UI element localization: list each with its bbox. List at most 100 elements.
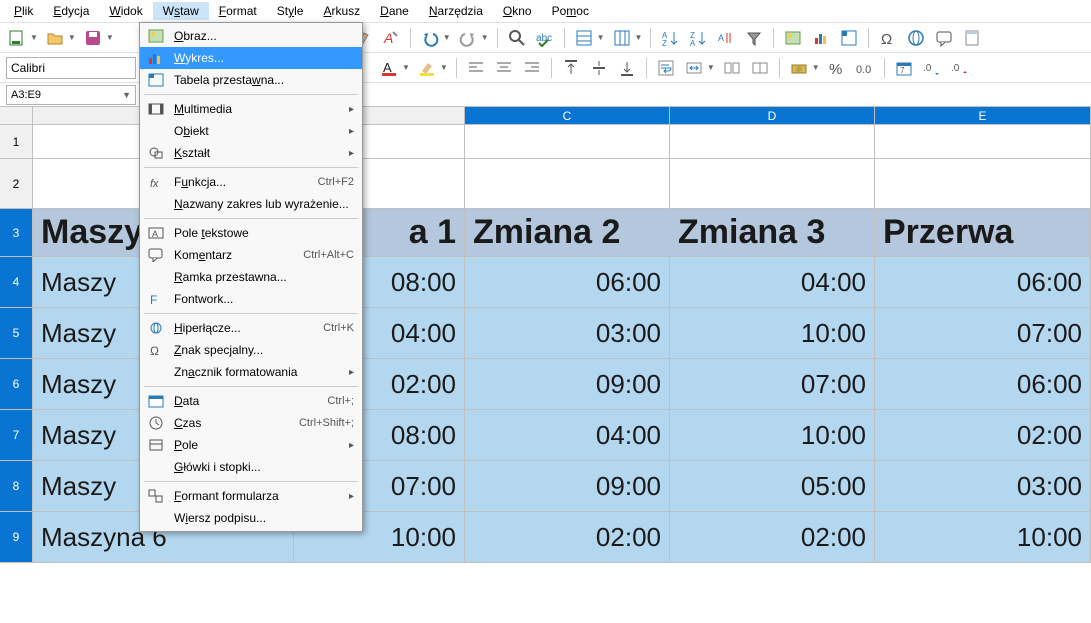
menu-item-komentarz[interactable]: KomentarzCtrl+Alt+C [140, 244, 362, 266]
menu-item-data[interactable]: DataCtrl+; [140, 390, 362, 412]
cell[interactable]: 04:00 [670, 257, 875, 308]
row-icon[interactable] [573, 27, 595, 49]
menu-item-obiekt[interactable]: Obiekt▸ [140, 120, 362, 142]
cell[interactable] [465, 159, 670, 209]
open-icon[interactable] [44, 27, 66, 49]
sort-asc-icon[interactable]: AZ [659, 27, 681, 49]
row-header[interactable]: 4 [0, 257, 33, 308]
row-header[interactable]: 3 [0, 209, 33, 257]
cell[interactable] [875, 159, 1091, 209]
menu-item-znacznik-formatowania[interactable]: Znacznik formatowania▸ [140, 361, 362, 383]
currency-icon[interactable] [788, 57, 810, 79]
dropdown-arrow-icon[interactable]: ▼ [597, 33, 605, 42]
menu-item-nazwany-zakres[interactable]: Nazwany zakres lub wyrażenie... [140, 193, 362, 215]
menu-wstaw[interactable]: Wstaw [153, 2, 209, 20]
date-icon[interactable]: 7 [893, 57, 915, 79]
dropdown-arrow-icon[interactable]: ▼ [812, 63, 820, 72]
cell[interactable] [670, 125, 875, 159]
hyperlink-icon[interactable] [905, 27, 927, 49]
col-header-C[interactable]: C [465, 107, 670, 125]
special-char-icon[interactable]: Ω [877, 27, 899, 49]
cell[interactable]: Przerwa [875, 209, 1091, 257]
cell[interactable] [465, 125, 670, 159]
menu-item-pole-tekstowe[interactable]: A Pole tekstowe [140, 222, 362, 244]
cell[interactable]: 07:00 [670, 359, 875, 410]
cell[interactable]: 02:00 [875, 410, 1091, 461]
split-cells-icon[interactable] [749, 57, 771, 79]
dropdown-arrow-icon[interactable]: ▼ [635, 33, 643, 42]
spellcheck-icon[interactable]: abc [534, 27, 556, 49]
name-box[interactable]: A3:E9▼ [6, 85, 136, 105]
dropdown-arrow-icon[interactable]: ▼ [481, 33, 489, 42]
cell[interactable]: 09:00 [465, 359, 670, 410]
cell[interactable]: 07:00 [875, 308, 1091, 359]
image-icon[interactable] [782, 27, 804, 49]
chart-icon[interactable] [810, 27, 832, 49]
cell[interactable]: Zmiana 2 [465, 209, 670, 257]
cell[interactable]: 04:00 [465, 410, 670, 461]
cell[interactable]: 05:00 [670, 461, 875, 512]
menu-pomoc[interactable]: Pomoc [542, 2, 599, 20]
add-decimal-icon[interactable]: .0 [921, 57, 943, 79]
cell[interactable] [875, 125, 1091, 159]
cell[interactable]: 09:00 [465, 461, 670, 512]
dropdown-arrow-icon[interactable]: ▼ [68, 33, 76, 42]
align-top-icon[interactable] [560, 57, 582, 79]
cell[interactable]: 06:00 [875, 257, 1091, 308]
cell[interactable]: 03:00 [875, 461, 1091, 512]
column-icon[interactable] [611, 27, 633, 49]
menu-item-tabela-przestawna[interactable]: Tabela przestawna... [140, 69, 362, 91]
menu-item-ramka-przestawna[interactable]: Ramka przestawna... [140, 266, 362, 288]
dropdown-arrow-icon[interactable]: ▼ [30, 33, 38, 42]
pivot-icon[interactable] [838, 27, 860, 49]
menu-item-formant-formularza[interactable]: Formant formularza▸ [140, 485, 362, 507]
font-color-icon[interactable]: A [378, 57, 400, 79]
save-icon[interactable] [82, 27, 104, 49]
menu-format[interactable]: Format [209, 2, 267, 20]
select-all-corner[interactable] [0, 107, 33, 125]
col-header-E[interactable]: E [875, 107, 1091, 125]
align-right-icon[interactable] [521, 57, 543, 79]
menu-item-funkcja[interactable]: fx Funkcja...Ctrl+F2 [140, 171, 362, 193]
menu-item-obraz[interactable]: Obraz... [140, 25, 362, 47]
merge-cells-icon[interactable] [683, 57, 705, 79]
dropdown-arrow-icon[interactable]: ▼ [440, 63, 448, 72]
menu-widok[interactable]: Widok [99, 2, 152, 20]
undo-icon[interactable] [419, 27, 441, 49]
cell[interactable]: 10:00 [670, 410, 875, 461]
menu-item-znak-specjalny[interactable]: Ω Znak specjalny... [140, 339, 362, 361]
autofilter-icon[interactable] [743, 27, 765, 49]
menu-item-glowki-stopki[interactable]: Główki i stopki... [140, 456, 362, 478]
cell[interactable]: 03:00 [465, 308, 670, 359]
cell[interactable]: 10:00 [875, 512, 1091, 563]
dropdown-arrow-icon[interactable]: ▼ [443, 33, 451, 42]
menu-item-fontwork[interactable]: F Fontwork... [140, 288, 362, 310]
col-header-D[interactable]: D [670, 107, 875, 125]
remove-decimal-icon[interactable]: .0 [949, 57, 971, 79]
align-center-icon[interactable] [493, 57, 515, 79]
menu-item-hiperlacze[interactable]: Hiperłącze...Ctrl+K [140, 317, 362, 339]
align-left-icon[interactable] [465, 57, 487, 79]
cell[interactable]: 06:00 [465, 257, 670, 308]
row-header[interactable]: 1 [0, 125, 33, 159]
row-header[interactable]: 5 [0, 308, 33, 359]
menu-narzedzia[interactable]: Narzędzia [419, 2, 493, 20]
menu-edycja[interactable]: Edycja [43, 2, 99, 20]
menu-plik[interactable]: Plik [4, 2, 43, 20]
menu-arkusz[interactable]: Arkusz [313, 2, 370, 20]
menu-item-ksztalt[interactable]: Kształt▸ [140, 142, 362, 164]
redo-icon[interactable] [457, 27, 479, 49]
new-doc-icon[interactable] [6, 27, 28, 49]
cell[interactable]: Zmiana 3 [670, 209, 875, 257]
cell[interactable]: 02:00 [465, 512, 670, 563]
menu-item-wiersz-podpisu[interactable]: Wiersz podpisu... [140, 507, 362, 529]
menu-item-multimedia[interactable]: Multimedia▸ [140, 98, 362, 120]
row-header[interactable]: 6 [0, 359, 33, 410]
cell[interactable]: 06:00 [875, 359, 1091, 410]
menu-item-wykres[interactable]: Wykres... [140, 47, 362, 69]
highlight-icon[interactable] [416, 57, 438, 79]
headers-footers-icon[interactable] [961, 27, 983, 49]
font-name-select[interactable]: Calibri [6, 57, 136, 79]
comment-icon[interactable] [933, 27, 955, 49]
row-header[interactable]: 2 [0, 159, 33, 209]
